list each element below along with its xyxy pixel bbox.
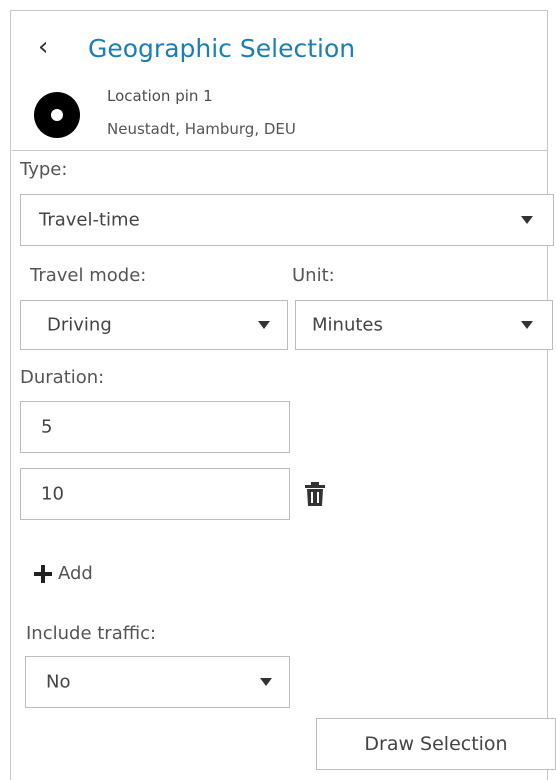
caret-down-icon (260, 678, 272, 686)
duration-input-value: 10 (41, 483, 64, 505)
back-chevron-icon[interactable]: ‹ (38, 32, 48, 62)
type-select[interactable]: Travel-time (20, 194, 554, 246)
type-select-value: Travel-time (39, 209, 140, 231)
unit-select[interactable]: Minutes (295, 300, 553, 350)
travel-mode-value: Driving (47, 314, 112, 336)
duration-label: Duration: (20, 367, 105, 388)
add-duration-button[interactable]: Add (32, 561, 93, 587)
divider (12, 150, 548, 151)
unit-label: Unit: (292, 265, 335, 286)
caret-down-icon (521, 216, 533, 224)
location-name: Location pin 1 (107, 87, 213, 105)
location-pin-icon (34, 92, 80, 138)
location-address: Neustadt, Hamburg, DEU (107, 120, 296, 138)
include-traffic-select[interactable]: No (25, 656, 290, 708)
caret-down-icon (258, 321, 270, 329)
type-label: Type: (20, 159, 68, 180)
panel-title: Geographic Selection (88, 34, 356, 63)
include-traffic-label: Include traffic: (26, 623, 157, 644)
draw-selection-button[interactable]: Draw Selection (316, 718, 556, 770)
travel-mode-label: Travel mode: (30, 265, 147, 286)
travel-mode-select[interactable]: Driving (20, 300, 288, 350)
add-label: Add (58, 563, 93, 584)
include-traffic-value: No (46, 671, 71, 693)
duration-input-value: 5 (41, 416, 53, 438)
caret-down-icon (521, 321, 533, 329)
plus-icon (34, 565, 52, 583)
unit-value: Minutes (312, 314, 383, 336)
draw-selection-label: Draw Selection (364, 733, 508, 755)
trash-icon[interactable] (304, 481, 326, 507)
duration-input[interactable]: 10 (20, 468, 290, 520)
duration-input[interactable]: 5 (20, 401, 290, 453)
